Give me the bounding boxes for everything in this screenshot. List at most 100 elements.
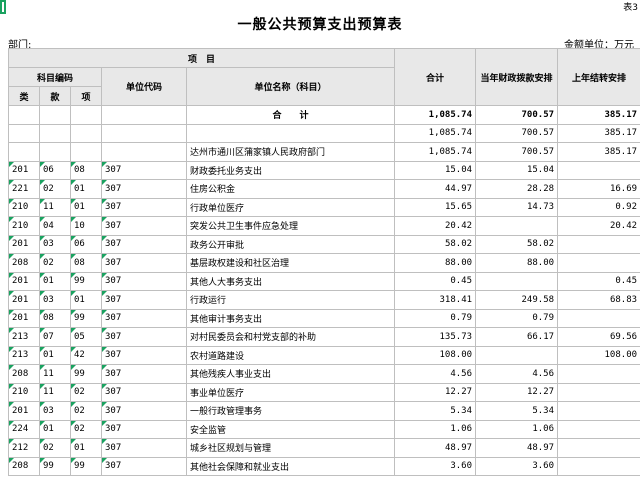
kuan-cell[interactable]: 11 [39,197,71,217]
last-year-cell[interactable] [557,160,640,180]
xiang-cell[interactable]: 99 [70,271,102,291]
summary-current-cell[interactable]: 700.57 [475,123,559,143]
kuan-cell[interactable]: 07 [39,327,71,347]
xiang-cell[interactable]: 99 [70,308,102,328]
kuan-cell[interactable]: 02 [39,179,71,199]
unit-code-cell[interactable]: 307 [101,327,187,347]
xiang-cell[interactable]: 08 [70,160,102,180]
summary-current-cell[interactable]: 700.57 [475,105,559,125]
lei-cell[interactable]: 201 [8,308,40,328]
kuan-cell[interactable]: 01 [39,271,71,291]
lei-cell[interactable]: 221 [8,179,40,199]
unit-name-cell[interactable]: 其他人大事务支出 [185,271,396,291]
current-year-cell[interactable] [475,271,559,291]
unit-code-cell[interactable]: 307 [101,364,187,384]
summary-total-cell[interactable]: 1,085.74 [394,105,477,125]
kuan-cell[interactable]: 01 [39,345,71,365]
kuan-cell[interactable]: 01 [39,419,71,439]
xiang-cell[interactable]: 06 [70,234,102,254]
xiang-cell[interactable]: 42 [70,345,102,365]
xiang-cell[interactable]: 02 [70,401,102,421]
summary-unit-cell[interactable] [101,123,187,143]
summary-last-cell[interactable]: 385.17 [557,142,640,162]
xiang-cell[interactable]: 99 [70,456,102,476]
unit-name-cell[interactable]: 基层政权建设和社区治理 [185,253,396,273]
last-year-cell[interactable]: 0.45 [557,271,640,291]
summary-lei-cell[interactable] [8,142,40,162]
kuan-cell[interactable]: 11 [39,364,71,384]
current-year-cell[interactable]: 5.34 [475,401,559,421]
summary-last-cell[interactable]: 385.17 [557,123,640,143]
last-year-cell[interactable] [557,308,640,328]
summary-xiang-cell[interactable] [70,123,102,143]
current-year-cell[interactable]: 88.00 [475,253,559,273]
lei-cell[interactable]: 210 [8,197,40,217]
last-year-cell[interactable] [557,438,640,458]
lei-cell[interactable]: 210 [8,216,40,236]
current-year-cell[interactable]: 66.17 [475,327,559,347]
total-cell[interactable]: 44.97 [394,179,477,199]
unit-code-cell[interactable]: 307 [101,382,187,402]
summary-kuan-cell[interactable] [39,123,71,143]
lei-cell[interactable]: 213 [8,345,40,365]
last-year-cell[interactable] [557,382,640,402]
current-year-cell[interactable]: 3.60 [475,456,559,476]
summary-total-cell[interactable]: 1,085.74 [394,142,477,162]
summary-name-cell[interactable]: 合 计 [185,105,396,125]
total-cell[interactable]: 20.42 [394,216,477,236]
unit-name-cell[interactable]: 财政委托业务支出 [185,160,396,180]
lei-cell[interactable]: 208 [8,253,40,273]
last-year-cell[interactable]: 0.92 [557,197,640,217]
xiang-cell[interactable]: 05 [70,327,102,347]
current-year-cell[interactable] [475,216,559,236]
kuan-cell[interactable]: 04 [39,216,71,236]
unit-code-cell[interactable]: 307 [101,216,187,236]
unit-name-cell[interactable]: 政务公开审批 [185,234,396,254]
kuan-cell[interactable]: 03 [39,401,71,421]
summary-name-cell[interactable] [185,123,396,143]
total-cell[interactable]: 318.41 [394,290,477,310]
unit-name-cell[interactable]: 行政单位医疗 [185,197,396,217]
total-cell[interactable]: 12.27 [394,382,477,402]
summary-lei-cell[interactable] [8,123,40,143]
unit-name-cell[interactable]: 城乡社区规划与管理 [185,438,396,458]
total-cell[interactable]: 15.04 [394,160,477,180]
lei-cell[interactable]: 212 [8,438,40,458]
current-year-cell[interactable]: 48.97 [475,438,559,458]
last-year-cell[interactable] [557,253,640,273]
lei-cell[interactable]: 201 [8,290,40,310]
summary-total-cell[interactable]: 1,085.74 [394,123,477,143]
unit-name-cell[interactable]: 突发公共卫生事件应急处理 [185,216,396,236]
last-year-cell[interactable]: 16.69 [557,179,640,199]
lei-cell[interactable]: 208 [8,364,40,384]
total-cell[interactable]: 4.56 [394,364,477,384]
last-year-cell[interactable] [557,234,640,254]
total-cell[interactable]: 108.00 [394,345,477,365]
kuan-cell[interactable]: 99 [39,456,71,476]
unit-name-cell[interactable]: 其他审计事务支出 [185,308,396,328]
current-year-cell[interactable] [475,345,559,365]
unit-code-cell[interactable]: 307 [101,271,187,291]
xiang-cell[interactable]: 99 [70,364,102,384]
xiang-cell[interactable]: 08 [70,253,102,273]
total-cell[interactable]: 135.73 [394,327,477,347]
unit-code-cell[interactable]: 307 [101,234,187,254]
last-year-cell[interactable] [557,401,640,421]
last-year-cell[interactable] [557,456,640,476]
unit-name-cell[interactable]: 其他社会保障和就业支出 [185,456,396,476]
current-year-cell[interactable]: 4.56 [475,364,559,384]
lei-cell[interactable]: 201 [8,271,40,291]
total-cell[interactable]: 0.79 [394,308,477,328]
total-cell[interactable]: 0.45 [394,271,477,291]
unit-code-cell[interactable]: 307 [101,456,187,476]
unit-name-cell[interactable]: 其他残疾人事业支出 [185,364,396,384]
last-year-cell[interactable] [557,364,640,384]
unit-code-cell[interactable]: 307 [101,438,187,458]
unit-name-cell[interactable]: 安全监管 [185,419,396,439]
current-year-cell[interactable]: 28.28 [475,179,559,199]
unit-code-cell[interactable]: 307 [101,160,187,180]
xiang-cell[interactable]: 01 [70,290,102,310]
unit-code-cell[interactable]: 307 [101,345,187,365]
unit-code-cell[interactable]: 307 [101,179,187,199]
current-year-cell[interactable]: 249.58 [475,290,559,310]
